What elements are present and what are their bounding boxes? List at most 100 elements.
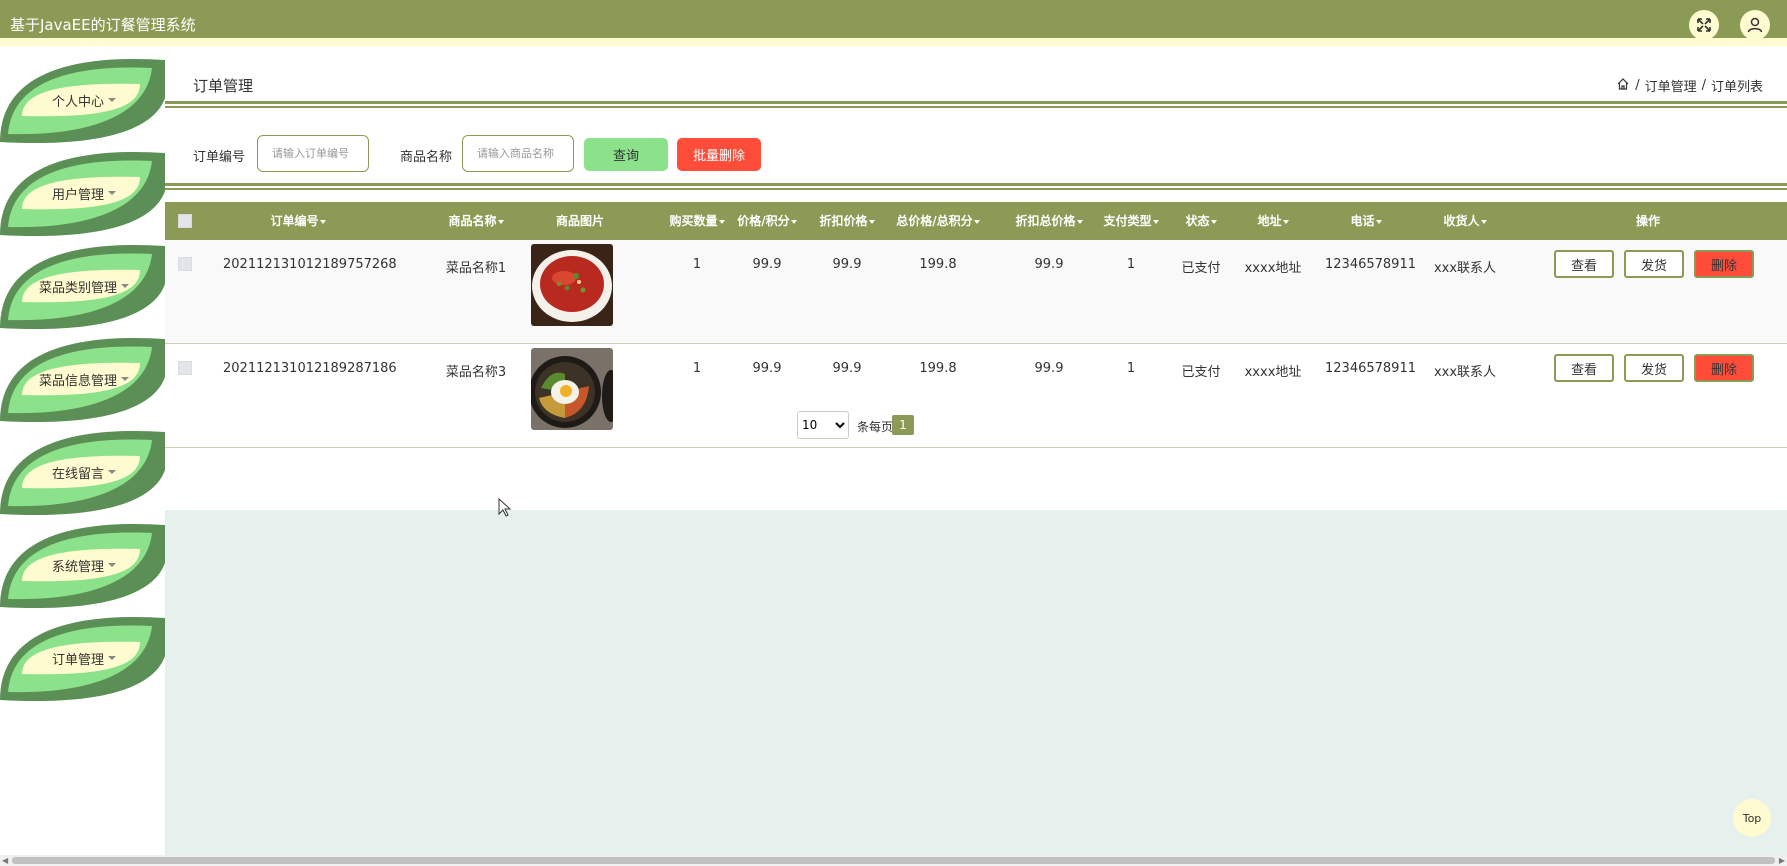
- divider: [165, 183, 1787, 190]
- sidebar-item-dish-category[interactable]: 菜品类别管理: [0, 240, 165, 332]
- view-button[interactable]: 查看: [1554, 354, 1614, 382]
- delete-button[interactable]: 删除: [1694, 250, 1754, 278]
- sidebar-item-online-message[interactable]: 在线留言: [0, 426, 165, 518]
- back-to-top-button[interactable]: Top: [1733, 799, 1771, 837]
- sidebar-item-label: 订单管理: [51, 652, 104, 668]
- column-header[interactable]: 收货人: [1423, 202, 1507, 240]
- breadcrumb: / 订单管理 / 订单列表: [1616, 76, 1763, 95]
- column-header: 操作: [1635, 214, 1660, 228]
- table-header: 订单编号 商品名称 商品图片 购买数量 价格/积分 折扣价格 总价格/总积分 折…: [165, 202, 1787, 240]
- sort-icon: [790, 219, 797, 224]
- mouse-cursor-icon: [498, 497, 512, 522]
- sidebar-item-label: 个人中心: [51, 94, 104, 110]
- sort-icon: [1282, 219, 1289, 224]
- column-header[interactable]: 订单编号: [223, 202, 373, 240]
- scrollbar-thumb[interactable]: [12, 857, 1775, 864]
- fullscreen-icon[interactable]: [1689, 10, 1719, 40]
- horizontal-scrollbar[interactable]: ◀ ▶: [0, 855, 1787, 866]
- chevron-down-icon: [108, 98, 116, 102]
- sort-icon: [497, 219, 504, 224]
- order-number-input[interactable]: [257, 135, 369, 172]
- sort-icon: [319, 219, 326, 224]
- table-row: 202112131012189287186 菜品名称3 1 99.9 99.9 …: [165, 344, 1787, 448]
- row-checkbox[interactable]: [178, 361, 192, 375]
- column-header[interactable]: 地址: [1243, 202, 1303, 240]
- order-number-label: 订单编号: [193, 150, 246, 165]
- receiver-cell: xxx联系人: [1433, 365, 1497, 380]
- price-cell: 99.9: [752, 361, 782, 376]
- order-panel: 订单管理 / 订单管理 / 订单列表 订单编号 商品名称 查询 批量删除 订单编…: [165, 54, 1787, 510]
- sidebar-item-personal-center[interactable]: 个人中心: [0, 54, 165, 146]
- column-header[interactable]: 折扣价格: [805, 202, 889, 240]
- sort-icon: [1152, 219, 1159, 224]
- per-page-label: 条每页: [857, 420, 894, 434]
- pay-type-cell: 1: [1126, 361, 1136, 376]
- user-icon[interactable]: [1740, 10, 1770, 40]
- page-number-button[interactable]: 1: [892, 415, 914, 435]
- column-header[interactable]: 状态: [1171, 202, 1231, 240]
- home-icon[interactable]: [1616, 77, 1630, 95]
- bibimbap-image: [531, 348, 613, 430]
- product-name-input[interactable]: [462, 135, 574, 172]
- column-header[interactable]: 价格/积分: [725, 202, 809, 240]
- sort-icon: [1480, 219, 1487, 224]
- column-header[interactable]: 支付类型: [1093, 202, 1169, 240]
- total-price-cell: 199.8: [919, 257, 957, 272]
- chevron-down-icon: [108, 191, 116, 195]
- query-button[interactable]: 查询: [584, 138, 668, 171]
- product-name-label: 商品名称: [400, 150, 453, 165]
- chevron-down-icon: [121, 284, 129, 288]
- scroll-right-icon[interactable]: ▶: [1779, 856, 1785, 865]
- breadcrumb-order-management[interactable]: 订单管理: [1645, 76, 1697, 95]
- price-cell: 99.9: [752, 257, 782, 272]
- page-title: 订单管理: [193, 77, 254, 95]
- view-button[interactable]: 查看: [1554, 250, 1614, 278]
- ship-button[interactable]: 发货: [1624, 354, 1684, 382]
- red-dish-image: [531, 244, 613, 326]
- sidebar-item-dish-info[interactable]: 菜品信息管理: [0, 333, 165, 425]
- sort-icon: [1210, 219, 1217, 224]
- column-header[interactable]: 折扣总价格: [1003, 202, 1095, 240]
- chevron-down-icon: [108, 656, 116, 660]
- status-cell: 已支付: [1181, 365, 1221, 380]
- sidebar-item-user-management[interactable]: 用户管理: [0, 147, 165, 239]
- column-header[interactable]: 商品名称: [431, 202, 521, 240]
- chevron-down-icon: [108, 470, 116, 474]
- chevron-down-icon: [108, 563, 116, 567]
- address-cell: xxxx地址: [1244, 365, 1302, 380]
- sidebar-item-label: 在线留言: [51, 466, 104, 482]
- ship-button[interactable]: 发货: [1624, 250, 1684, 278]
- top-bar: 基于JavaEE的订餐管理系统: [0, 0, 1787, 46]
- header-stripe: [0, 38, 1787, 46]
- breadcrumb-order-list: 订单列表: [1710, 80, 1763, 95]
- column-header[interactable]: 总价格/总积分: [883, 202, 993, 240]
- sort-icon: [868, 219, 875, 224]
- delete-button[interactable]: 删除: [1694, 354, 1754, 382]
- sort-icon: [1076, 219, 1083, 224]
- sidebar-item-order-management[interactable]: 订单管理: [0, 612, 165, 704]
- discount-total-cell: 99.9: [1034, 361, 1064, 376]
- sidebar-item-system-management[interactable]: 系统管理: [0, 519, 165, 611]
- sidebar: 个人中心 用户管理 菜品类别管理 菜品信息管理 在线留言 系统管理 订单管理: [0, 46, 165, 866]
- sort-icon: [973, 219, 980, 224]
- product-name-cell: 菜品名称3: [445, 365, 507, 380]
- phone-cell: 12346578911: [1325, 361, 1416, 376]
- batch-delete-button[interactable]: 批量删除: [677, 138, 761, 171]
- status-cell: 已支付: [1181, 261, 1221, 276]
- discount-price-cell: 99.9: [832, 257, 862, 272]
- app-title: 基于JavaEE的订餐管理系统: [10, 16, 196, 34]
- sidebar-item-label: 系统管理: [51, 559, 104, 575]
- select-all-checkbox[interactable]: [178, 214, 192, 228]
- column-header: 商品图片: [555, 214, 604, 228]
- scroll-left-icon[interactable]: ◀: [2, 856, 8, 865]
- sort-icon: [718, 219, 725, 224]
- sidebar-item-label: 菜品信息管理: [38, 373, 117, 389]
- divider: [165, 101, 1787, 108]
- page-size-select[interactable]: 10: [797, 411, 849, 439]
- sidebar-item-label: 菜品类别管理: [38, 280, 117, 296]
- row-checkbox[interactable]: [178, 257, 192, 271]
- column-header[interactable]: 电话: [1331, 202, 1401, 240]
- product-name-cell: 菜品名称1: [445, 261, 507, 276]
- sort-icon: [1375, 219, 1382, 224]
- breadcrumb-separator: /: [1635, 78, 1640, 93]
